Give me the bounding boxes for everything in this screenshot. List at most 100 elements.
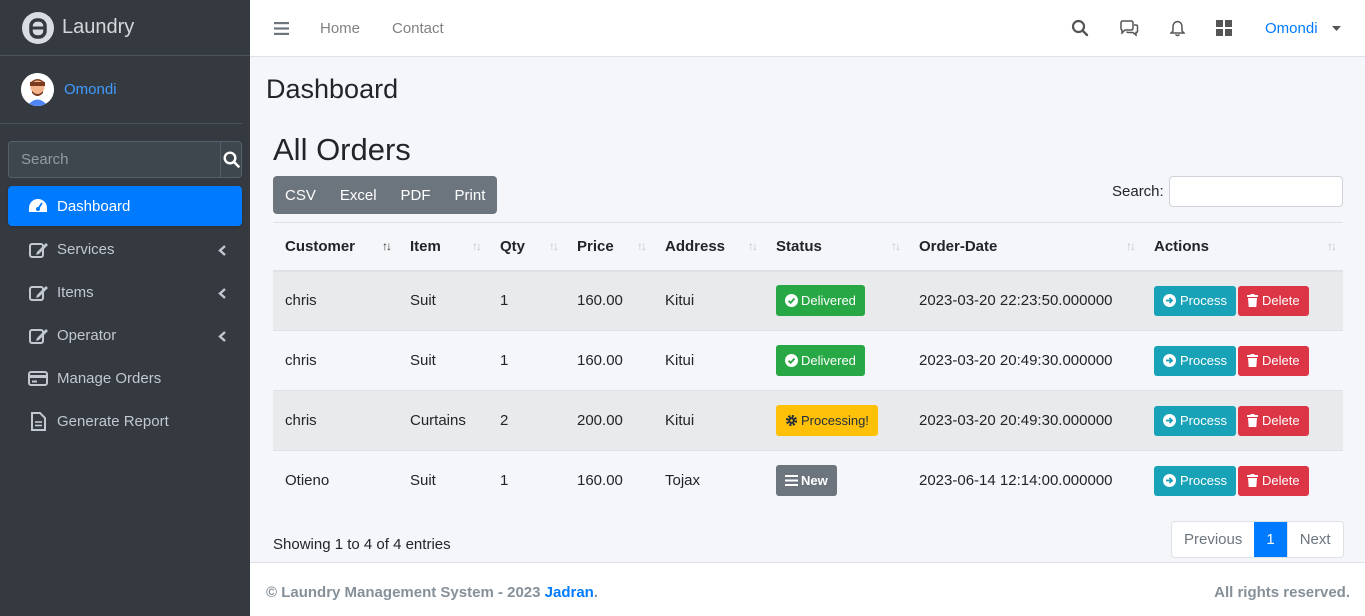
user-name-link[interactable]: Omondi: [64, 81, 117, 98]
user-menu-dropdown[interactable]: Omondi: [1265, 0, 1341, 56]
sidebar-item-generate-report[interactable]: Generate Report: [8, 401, 242, 441]
cell-address: Tojax: [653, 450, 764, 511]
cell-item: Curtains: [398, 390, 488, 451]
nav-link-contact[interactable]: Contact: [392, 0, 444, 56]
pagination-next[interactable]: Next: [1286, 522, 1343, 557]
cell-status: Delivered: [764, 330, 907, 391]
column-header-status[interactable]: Status ↑↓: [764, 222, 907, 272]
footer-author-link[interactable]: Jadran: [545, 584, 594, 601]
notifications-button[interactable]: [1170, 0, 1185, 56]
bars-icon: [785, 475, 798, 487]
pagination-previous[interactable]: Previous: [1172, 522, 1254, 557]
edit-icon: [28, 239, 48, 259]
nav-link-home[interactable]: Home: [320, 0, 360, 56]
column-header-address[interactable]: Address ↑↓: [653, 222, 764, 272]
arrow-circle-right-icon: [1163, 294, 1176, 308]
sidebar-item-label: Dashboard: [57, 197, 131, 215]
sidebar-item-items[interactable]: Items: [8, 272, 242, 312]
top-navbar: Home Contact Omondi: [250, 0, 1365, 57]
sidebar-nav: Dashboard Services Items Operator Manage…: [8, 186, 242, 444]
sidebar-item-label: Generate Report: [57, 412, 169, 430]
sidebar-item-label: Manage Orders: [57, 369, 162, 387]
table-row: chris Suit 1 160.00 Kitui Delivered 2023…: [273, 330, 1343, 391]
process-button[interactable]: Process: [1154, 345, 1236, 376]
cell-actions: Process Delete: [1142, 330, 1343, 391]
cell-qty: 1: [488, 330, 565, 391]
arrow-circle-right-icon: [1163, 354, 1176, 367]
section-title: All Orders: [273, 132, 411, 167]
dashboard-icon: [28, 196, 48, 216]
grid-icon: [1216, 20, 1232, 36]
arrow-circle-right-icon: [1163, 474, 1176, 488]
pdf-button[interactable]: PDF: [389, 176, 443, 214]
user-panel: Omondi: [0, 56, 242, 124]
gear-icon: [785, 414, 798, 427]
user-menu-label: Omondi: [1265, 19, 1318, 37]
arrow-circle-right-icon: [1163, 414, 1176, 427]
cell-price: 200.00: [565, 390, 653, 451]
process-button[interactable]: Process: [1154, 465, 1236, 496]
brand-link[interactable]: Laundry: [0, 0, 250, 56]
csv-button[interactable]: CSV: [273, 176, 328, 214]
sidebar-item-label: Services: [57, 240, 115, 258]
delete-button[interactable]: Delete: [1237, 285, 1309, 316]
process-button[interactable]: Process: [1154, 285, 1236, 316]
pagination-page-current[interactable]: 1: [1254, 522, 1287, 557]
cell-address: Kitui: [653, 330, 764, 391]
cell-price: 160.00: [565, 270, 653, 331]
user-avatar[interactable]: [21, 73, 54, 106]
brand-logo-icon: [22, 11, 54, 44]
delete-button[interactable]: Delete: [1237, 465, 1309, 496]
hamburger-icon: [274, 21, 289, 35]
brand-name: Laundry: [62, 16, 135, 38]
cell-qty: 2: [488, 390, 565, 451]
cell-order-date: 2023-03-20 20:49:30.000000: [907, 390, 1142, 451]
cell-item: Suit: [398, 450, 488, 511]
cell-order-date: 2023-06-14 12:14:00.000000: [907, 450, 1142, 511]
navbar-search-button[interactable]: [1071, 0, 1089, 56]
trash-icon: [1246, 354, 1258, 367]
process-button[interactable]: Process: [1154, 405, 1236, 436]
cell-status: New: [764, 450, 907, 511]
column-header-item[interactable]: Item ↑↓: [398, 222, 488, 272]
cell-qty: 1: [488, 270, 565, 331]
trash-icon: [1246, 414, 1258, 427]
export-button-group: CSV Excel PDF Print: [273, 176, 498, 214]
column-header-price[interactable]: Price ↑↓: [565, 222, 653, 272]
sidebar-search-input[interactable]: [8, 141, 220, 178]
sidebar-item-operator[interactable]: Operator: [8, 315, 242, 355]
sort-icon: ↑↓: [748, 239, 758, 253]
cell-order-date: 2023-03-20 20:49:30.000000: [907, 330, 1142, 391]
delete-button[interactable]: Delete: [1237, 345, 1309, 376]
bell-icon: [1170, 20, 1185, 36]
column-header-qty[interactable]: Qty ↑↓: [488, 222, 565, 272]
excel-button[interactable]: Excel: [328, 176, 389, 214]
table-search-input[interactable]: [1169, 176, 1343, 207]
table-info-text: Showing 1 to 4 of 4 entries: [273, 536, 451, 553]
sidebar-item-services[interactable]: Services: [8, 229, 242, 269]
cell-actions: Process Delete: [1142, 450, 1343, 511]
print-button[interactable]: Print: [443, 176, 498, 214]
sidebar-item-label: Operator: [57, 326, 117, 344]
sort-asc-icon: ↑↓: [382, 239, 392, 253]
column-header-order-date[interactable]: Order-Date ↑↓: [907, 222, 1142, 272]
sidebar-item-manage-orders[interactable]: Manage Orders: [8, 358, 242, 398]
page-title: Dashboard: [266, 74, 399, 104]
sidebar-item-dashboard[interactable]: Dashboard: [8, 186, 242, 226]
credit-card-icon: [28, 368, 48, 388]
sort-icon: ↑↓: [549, 239, 559, 253]
sidebar-search-button[interactable]: [220, 141, 242, 178]
cell-address: Kitui: [653, 390, 764, 451]
cell-item: Suit: [398, 330, 488, 391]
column-header-actions[interactable]: Actions ↑↓: [1142, 222, 1343, 272]
apps-button[interactable]: [1216, 0, 1232, 56]
check-circle-icon: [785, 294, 798, 308]
sidebar-search: [8, 141, 242, 178]
messages-button[interactable]: [1119, 0, 1139, 56]
sort-icon: ↑↓: [1327, 239, 1337, 253]
sort-icon: ↑↓: [891, 239, 901, 253]
column-header-customer[interactable]: Customer ↑↓: [273, 222, 398, 272]
sort-icon: ↑↓: [472, 239, 482, 253]
menu-toggle-button[interactable]: [274, 0, 289, 56]
delete-button[interactable]: Delete: [1237, 405, 1309, 436]
